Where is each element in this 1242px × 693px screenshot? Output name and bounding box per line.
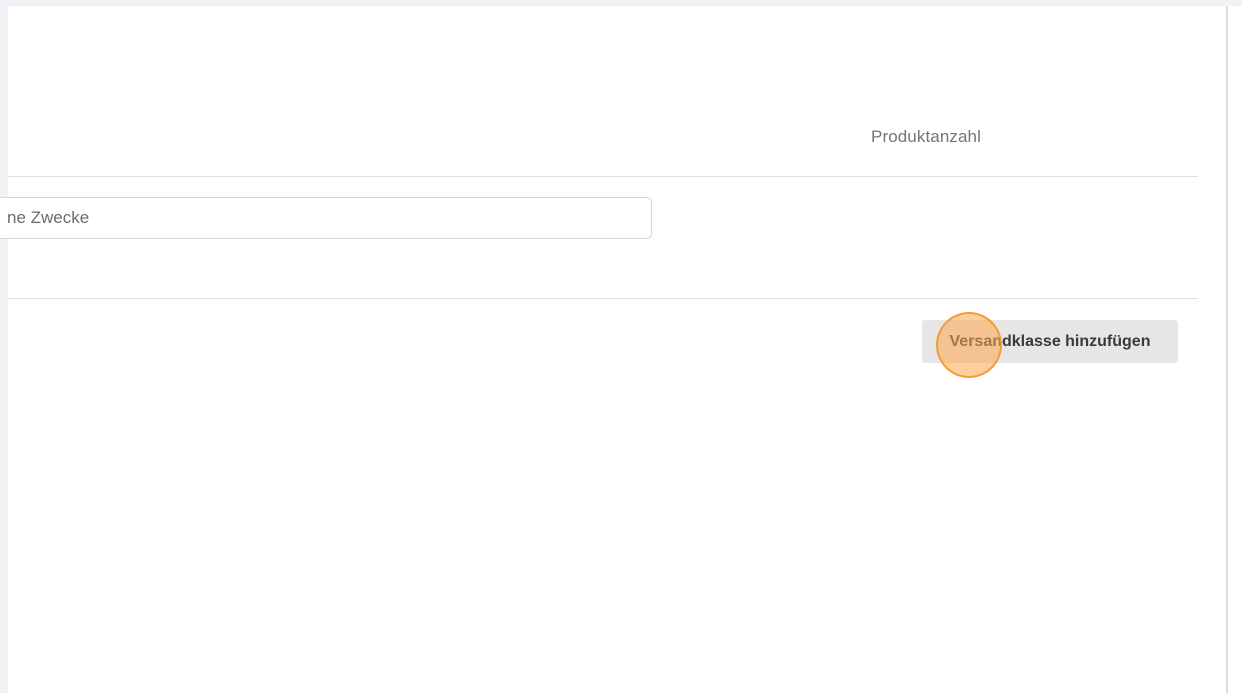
- table-footer-divider: [8, 298, 1198, 299]
- add-shipping-class-button[interactable]: Versandklasse hinzufügen: [922, 320, 1178, 363]
- table-header-divider: [8, 176, 1198, 177]
- column-header-product-count: Produktanzahl: [871, 127, 981, 146]
- right-strip: [1228, 6, 1242, 693]
- shipping-class-description-input[interactable]: ne Zwecke: [0, 197, 652, 239]
